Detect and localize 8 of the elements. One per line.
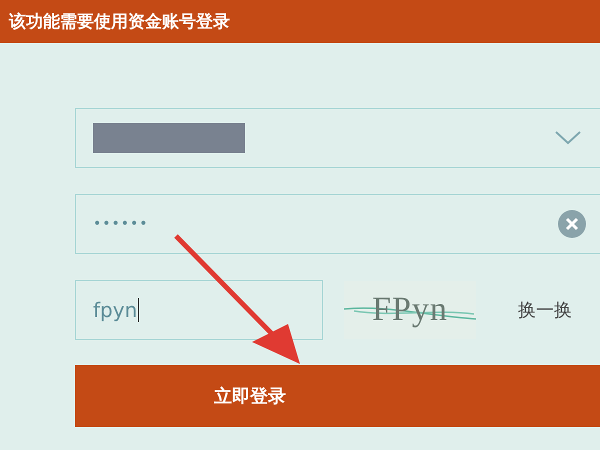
chevron-down-icon (555, 131, 581, 145)
account-select[interactable] (75, 108, 600, 168)
refresh-link[interactable]: 换一换 (518, 298, 572, 322)
clear-icon[interactable] (558, 210, 586, 238)
captcha-field[interactable]: fpyn (75, 280, 323, 340)
password-field[interactable]: •••••• (75, 194, 600, 254)
header-title: 该功能需要使用资金账号登录 (9, 11, 230, 33)
login-button[interactable]: 立即登录 (75, 365, 600, 427)
